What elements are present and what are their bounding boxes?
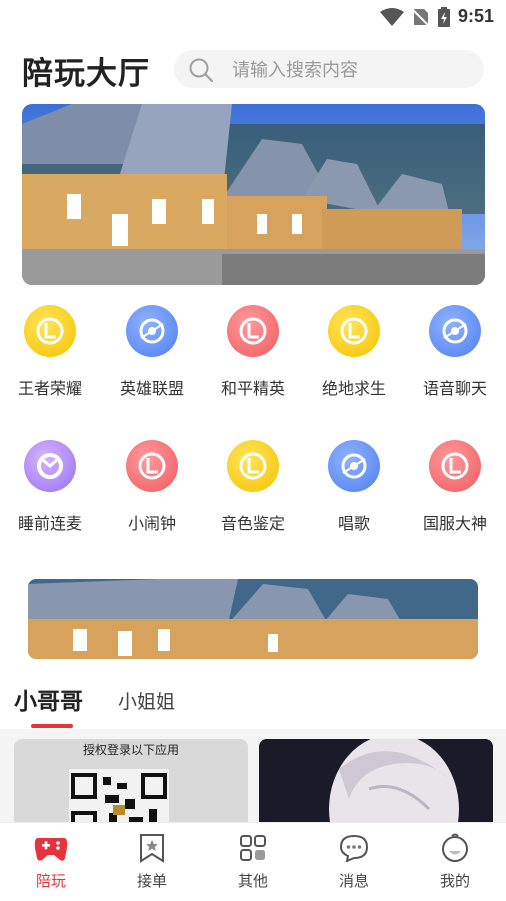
avatar-artwork-image (259, 739, 493, 822)
nav-label: 接单 (136, 872, 167, 890)
game-l-logo-icon (328, 305, 380, 357)
ring-logo-icon (24, 440, 76, 492)
category-label: 王者荣耀 (17, 379, 82, 398)
player-card[interactable]: 授权登录以下应用 (14, 739, 248, 822)
tab-boys[interactable]: 小哥哥 (14, 682, 83, 716)
swirl-logo-icon (429, 305, 481, 357)
category-label: 英雄联盟 (119, 379, 184, 398)
search-input[interactable] (230, 50, 464, 90)
player-card[interactable] (259, 739, 493, 822)
profile-face-icon (442, 833, 468, 862)
nav-item-messages[interactable]: 消息 (314, 831, 394, 891)
player-card-list: 授权登录以下应用 (0, 729, 506, 822)
category-item-pubg[interactable]: 绝地求生 (304, 305, 404, 399)
nav-label: 其他 (237, 872, 268, 890)
banner-image (22, 104, 485, 285)
status-icons: 9:51 (379, 6, 494, 27)
banner-image (28, 579, 478, 659)
category-label: 睡前连麦 (17, 514, 82, 533)
card-caption: 授权登录以下应用 (82, 743, 179, 757)
category-item-lol[interactable]: 英雄联盟 (102, 305, 202, 399)
game-l-logo-icon (24, 305, 76, 357)
swirl-logo-icon (126, 305, 178, 357)
page-title: 陪玩大厅 (22, 56, 150, 92)
no-sim-icon (411, 7, 430, 27)
wifi-icon (379, 7, 404, 26)
bottom-navigation: 陪玩 接单 其他 消息 我的 (0, 822, 506, 901)
nav-label: 消息 (338, 872, 369, 890)
category-label: 绝地求生 (321, 379, 386, 398)
chat-bubble-icon (339, 834, 369, 862)
qr-code-image (69, 769, 169, 822)
game-l-logo-icon (227, 305, 279, 357)
category-item-wangzhe[interactable]: 王者荣耀 (0, 305, 100, 399)
category-item-voice-review[interactable]: 音色鉴定 (203, 440, 303, 534)
nav-label: 陪玩 (35, 872, 66, 890)
category-label: 唱歌 (337, 514, 370, 533)
bookmark-star-icon (140, 834, 164, 863)
category-label: 音色鉴定 (220, 514, 285, 533)
battery-charging-icon (437, 6, 450, 27)
nav-item-profile[interactable]: 我的 (415, 831, 495, 891)
category-item-heping[interactable]: 和平精英 (203, 305, 303, 399)
promo-banner[interactable] (22, 104, 485, 285)
status-bar: 9:51 (0, 0, 506, 34)
apps-icon (240, 835, 266, 861)
gender-tabs: 小哥哥 小姐姐 (0, 682, 506, 728)
nav-item-companion[interactable]: 陪玩 (11, 831, 91, 891)
clock-time: 9:51 (457, 6, 494, 26)
category-item-top-player[interactable]: 国服大神 (405, 440, 505, 534)
category-label: 小闹钟 (127, 514, 176, 533)
category-label: 语音聊天 (422, 379, 487, 398)
game-l-logo-icon (126, 440, 178, 492)
nav-item-orders[interactable]: 接单 (112, 831, 192, 891)
secondary-banner[interactable] (28, 579, 478, 659)
category-label: 国服大神 (422, 514, 487, 533)
gamepad-icon (34, 838, 68, 861)
header: 陪玩大厅 (0, 46, 506, 92)
category-item-alarm[interactable]: 小闹钟 (102, 440, 202, 534)
category-item-bedtime[interactable]: 睡前连麦 (0, 440, 100, 534)
search-icon (189, 58, 214, 83)
category-item-voice-chat[interactable]: 语音聊天 (405, 305, 505, 399)
active-tab-indicator (31, 724, 73, 728)
game-l-logo-icon (227, 440, 279, 492)
search-bar[interactable] (174, 50, 484, 90)
nav-item-other[interactable]: 其他 (213, 831, 293, 891)
category-label: 和平精英 (220, 379, 285, 398)
nav-label: 我的 (439, 872, 470, 890)
swirl-logo-icon (328, 440, 380, 492)
game-l-logo-icon (429, 440, 481, 492)
category-item-singing[interactable]: 唱歌 (304, 440, 404, 534)
tab-girls[interactable]: 小姐姐 (118, 687, 175, 714)
